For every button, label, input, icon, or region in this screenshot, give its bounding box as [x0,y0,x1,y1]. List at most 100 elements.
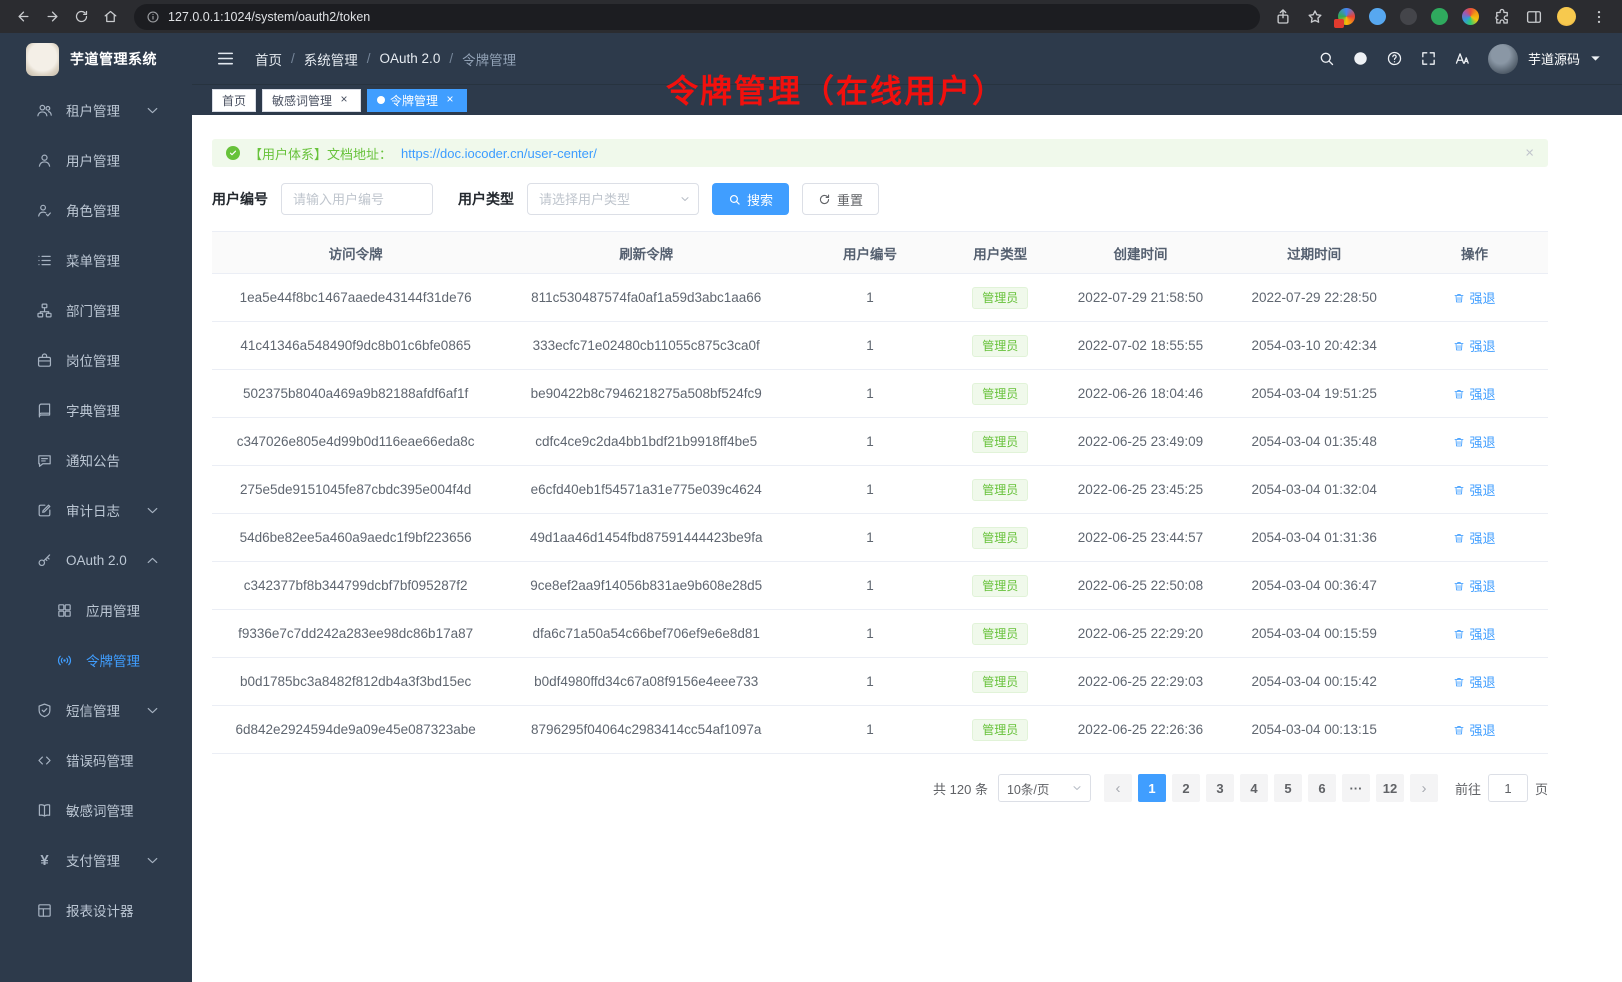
fullscreen-icon[interactable] [1420,50,1437,67]
sidebar-item[interactable]: ¥支付管理 [0,835,192,885]
forward-icon[interactable] [39,3,66,30]
page-button[interactable]: 3 [1206,774,1234,802]
side-panel-icon[interactable] [1525,8,1543,26]
page-ellipsis[interactable]: ··· [1342,774,1370,802]
force-logout-button[interactable]: 强退 [1453,288,1495,307]
breadcrumb-separator: / [367,51,371,66]
user-name[interactable]: 芋道源码 [1528,49,1580,68]
goto-page-input[interactable] [1488,774,1528,802]
doc-link[interactable]: https://doc.iocoder.cn/user-center/ [401,146,597,161]
page-button[interactable]: 5 [1274,774,1302,802]
sidebar-item[interactable]: 部门管理 [0,285,192,335]
post-icon [36,352,53,369]
sidebar-subitem[interactable]: 应用管理 [0,585,192,635]
extension-icon[interactable] [1338,8,1355,25]
reload-icon[interactable] [68,3,95,30]
word-icon [36,802,53,819]
sidebar-item-label: 支付管理 [66,850,144,870]
hamburger-icon[interactable] [216,49,235,68]
cell-expire-time: 2054-03-04 19:51:25 [1227,370,1401,418]
force-logout-button[interactable]: 强退 [1453,576,1495,595]
tab-active[interactable]: 令牌管理× [367,89,467,112]
tab-close-icon[interactable]: × [443,93,457,107]
sidebar-item[interactable]: 岗位管理 [0,335,192,385]
extension-icon[interactable] [1462,8,1479,25]
table-row: c342377bf8b344799dcbf7bf095287f29ce8ef2a… [212,562,1548,610]
sidebar-subitem[interactable]: 令牌管理 [0,635,192,685]
page-button[interactable]: 4 [1240,774,1268,802]
table-row: c347026e805e4d99b0d116eae66eda8ccdfc4ce9… [212,418,1548,466]
page-button[interactable]: 1 [1138,774,1166,802]
force-logout-button[interactable]: 强退 [1453,720,1495,739]
sidebar-item[interactable]: 菜单管理 [0,235,192,285]
tab-item[interactable]: 首页 [212,89,256,112]
sidebar-item[interactable]: 租户管理 [0,85,192,135]
tab-item[interactable]: 敏感词管理× [262,89,361,112]
prev-page-button[interactable]: ‹ [1104,774,1132,802]
sidebar-item[interactable]: 审计日志 [0,485,192,535]
sidebar-item[interactable]: OAuth 2.0 [0,535,192,585]
force-logout-button[interactable]: 强退 [1453,624,1495,643]
help-icon[interactable] [1386,50,1403,67]
extensions-puzzle-icon[interactable] [1493,8,1511,26]
font-size-icon[interactable] [1454,50,1471,67]
cell-user-id: 1 [793,418,947,466]
cell-user-type: 管理员 [947,658,1054,706]
chevron-down-icon[interactable] [1587,50,1604,67]
home-icon[interactable] [97,3,124,30]
cell-expire-time: 2054-03-04 00:15:42 [1227,658,1401,706]
force-logout-button[interactable]: 强退 [1453,528,1495,547]
sidebar-item[interactable]: 短信管理 [0,685,192,735]
cell-user-type: 管理员 [947,706,1054,754]
info-icon[interactable] [146,10,160,24]
user-avatar[interactable] [1488,44,1518,74]
extension-icon[interactable] [1431,8,1448,25]
browser-menu-icon[interactable] [1590,8,1608,26]
chevron-up-icon [144,552,161,569]
force-logout-button[interactable]: 强退 [1453,432,1495,451]
sidebar-item[interactable]: 字典管理 [0,385,192,435]
force-logout-button[interactable]: 强退 [1453,384,1495,403]
page-button[interactable]: 6 [1308,774,1336,802]
cell-user-id: 1 [793,322,947,370]
goto-label: 前往 [1455,779,1481,798]
sidebar-item[interactable]: 敏感词管理 [0,785,192,835]
page-buttons: ‹123456···12› [1101,774,1441,802]
app-title: 芋道管理系统 [70,49,157,69]
search-button[interactable]: 搜索 [712,183,789,215]
browser-profile-avatar[interactable] [1557,7,1576,26]
user-type-select-input[interactable] [527,183,699,215]
breadcrumb-item[interactable]: 首页 [255,49,282,69]
chevron-down-icon [144,852,161,869]
user-id-input[interactable] [281,183,433,215]
force-logout-button[interactable]: 强退 [1453,336,1495,355]
app-logo[interactable]: 芋道管理系统 [0,33,192,85]
breadcrumb-item[interactable]: 系统管理 [304,49,358,69]
force-logout-button[interactable]: 强退 [1453,480,1495,499]
breadcrumb-item[interactable]: OAuth 2.0 [380,51,441,66]
sidebar-item[interactable]: 角色管理 [0,185,192,235]
cell-expire-time: 2054-03-04 01:35:48 [1227,418,1401,466]
tab-close-icon[interactable]: × [337,93,351,107]
sidebar-item[interactable]: 用户管理 [0,135,192,185]
sidebar-item[interactable]: 错误码管理 [0,735,192,785]
bookmark-star-icon[interactable] [1306,8,1324,26]
next-page-button[interactable]: › [1410,774,1438,802]
user-type-select[interactable] [527,183,699,215]
back-icon[interactable] [10,3,37,30]
force-logout-button[interactable]: 强退 [1453,672,1495,691]
github-icon[interactable] [1352,50,1369,67]
share-icon[interactable] [1274,8,1292,26]
page-size-select[interactable]: 10条/页 [998,774,1091,802]
sidebar-item[interactable]: 通知公告 [0,435,192,485]
extension-icon[interactable] [1400,8,1417,25]
cell-user-id: 1 [793,658,947,706]
search-icon[interactable] [1318,50,1335,67]
page-button[interactable]: 2 [1172,774,1200,802]
url-bar[interactable]: 127.0.0.1:1024/system/oauth2/token [134,4,1260,30]
reset-button[interactable]: 重置 [802,183,879,215]
page-button[interactable]: 12 [1376,774,1404,802]
sidebar-item[interactable]: 报表设计器 [0,885,192,935]
extension-icon[interactable] [1369,8,1386,25]
alert-close-icon[interactable]: × [1525,145,1534,162]
